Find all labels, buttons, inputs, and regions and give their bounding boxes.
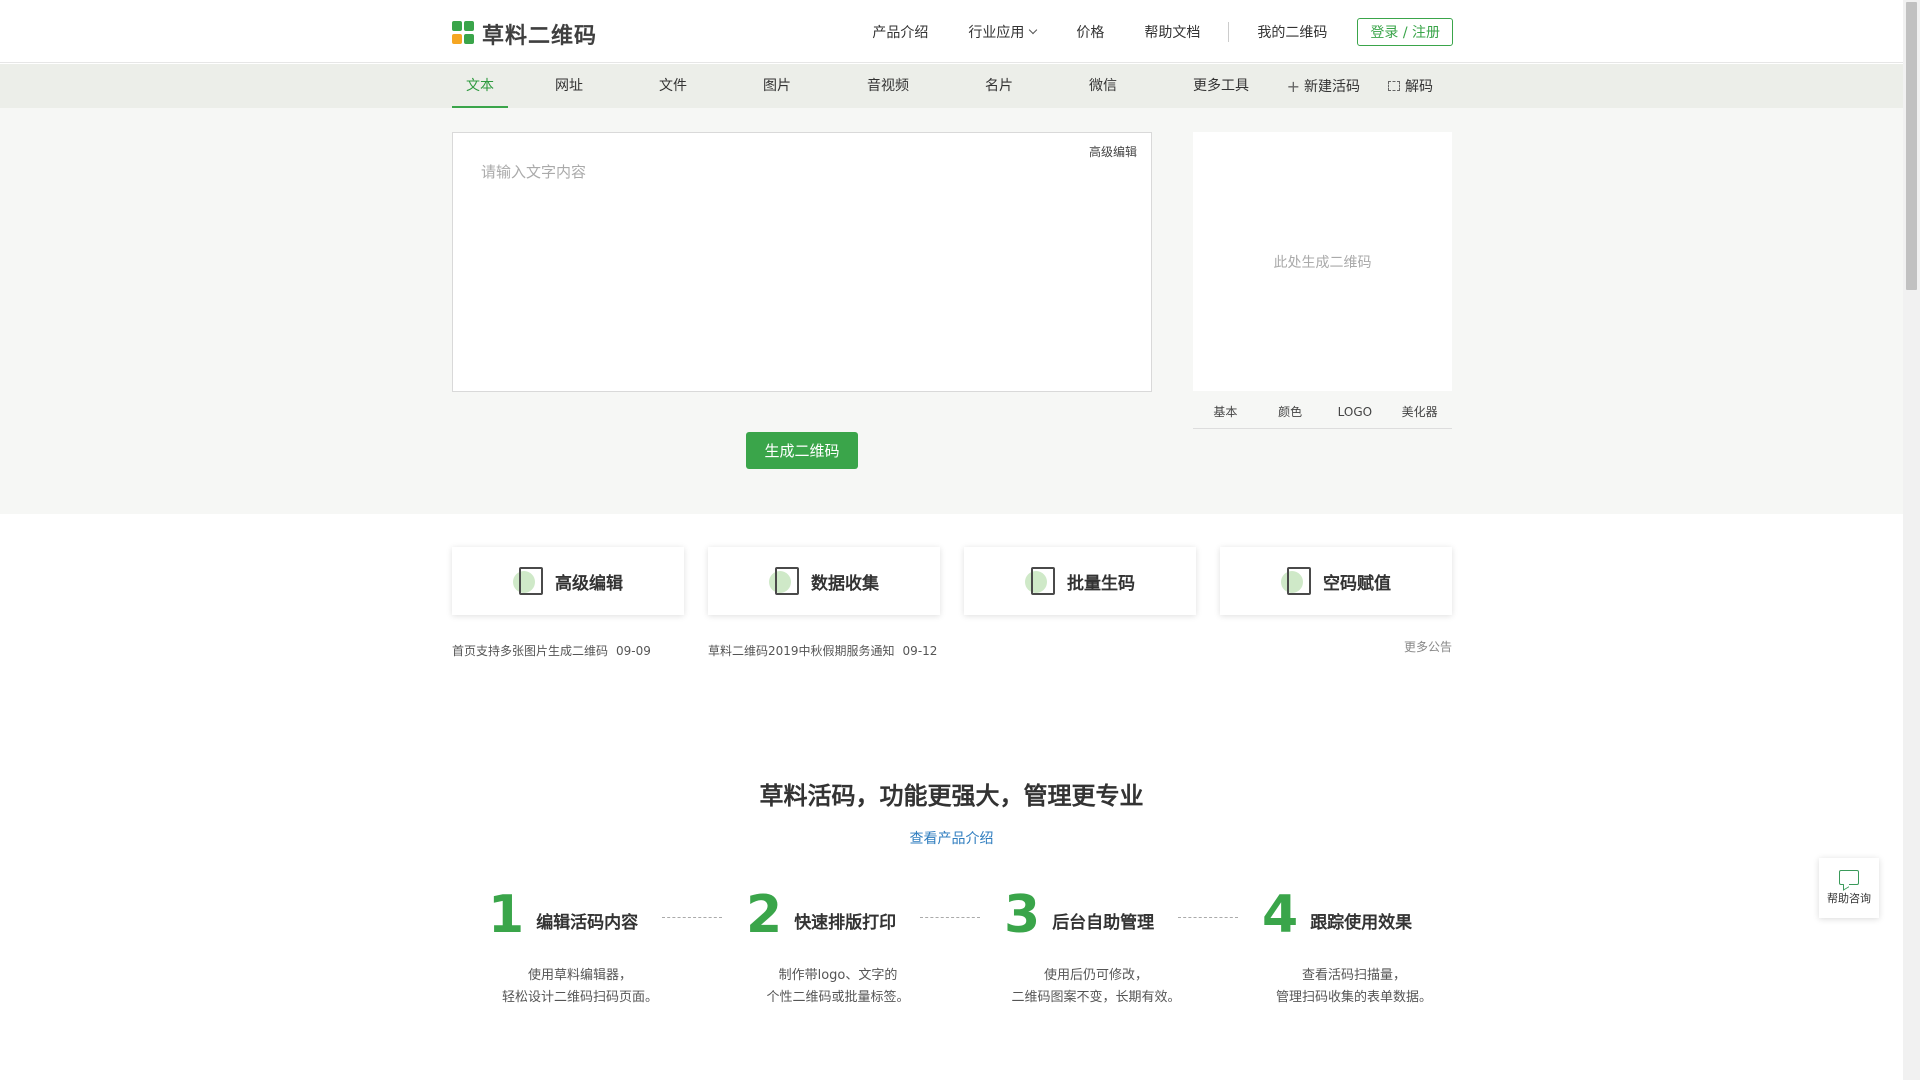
type-tab-bar: 文本 网址 文件 图片 音视频 名片 微信 更多工具 + 新建活码 解码: [0, 64, 1903, 108]
new-dynamic-code-button[interactable]: + 新建活码: [1287, 76, 1360, 96]
text-content-input[interactable]: [453, 133, 1151, 391]
step-desc-line: 二维码图案不变，长期有效。: [1011, 990, 1181, 1005]
image-edit-icon: [513, 565, 545, 597]
step-connector: [1178, 917, 1238, 918]
step-title: 跟踪使用效果: [1310, 913, 1413, 933]
step-desc-line: 使用草料编辑器，: [527, 968, 632, 983]
feature-card-label: 数据收集: [811, 573, 879, 594]
step-item: 1 编辑活码内容: [488, 885, 728, 941]
feature-card-label: 高级编辑: [555, 573, 623, 594]
help-consult-button[interactable]: 帮助咨询: [1819, 858, 1879, 918]
step-number: 4: [1262, 885, 1299, 945]
tab-text[interactable]: 文本: [452, 64, 508, 108]
chat-icon: [1839, 870, 1859, 885]
top-header: 草料二维码 产品介绍 行业应用 价格 帮助文档 我的二维码 登录 / 注册: [0, 0, 1920, 63]
qr-tab-basic[interactable]: 基本: [1193, 395, 1258, 428]
feature-card-data-collection[interactable]: 数据收集: [708, 547, 940, 615]
step-item: 2 快速排版打印: [746, 885, 986, 941]
nav-product-intro[interactable]: 产品介绍: [872, 22, 928, 42]
feature-card-label: 空码赋值: [1323, 573, 1391, 594]
qr-tab-logo[interactable]: LOGO: [1323, 395, 1388, 428]
batch-add-icon: [1025, 565, 1057, 597]
nav-industry[interactable]: 行业应用: [968, 22, 1038, 42]
feature-card-batch-generate[interactable]: 批量生码: [964, 547, 1196, 615]
feature-cards: 高级编辑 数据收集 批量生码 空码赋值: [452, 547, 1452, 615]
step-connector: [662, 917, 722, 918]
promo-title: 草料活码，功能更强大，管理更专业: [759, 782, 1144, 810]
qr-tab-color[interactable]: 颜色: [1258, 395, 1323, 428]
step-item: 4 跟踪使用效果: [1262, 885, 1502, 941]
phone-assign-icon: [1281, 565, 1313, 597]
logo-text: 草料二维码: [482, 24, 598, 49]
step-desc: 查看活码扫描量， 管理扫码收集的表单数据。: [1224, 965, 1484, 1009]
decode-label: 解码: [1405, 79, 1433, 95]
nav-pricing[interactable]: 价格: [1076, 22, 1104, 42]
nav-divider: [1228, 21, 1230, 42]
step-title: 编辑活码内容: [536, 913, 639, 933]
step-number: 1: [488, 885, 525, 945]
nav-industry-label: 行业应用: [968, 24, 1025, 41]
type-tabs: 文本 网址 文件 图片 音视频 名片 微信 更多工具: [452, 64, 1311, 108]
generator-panel: 文本 网址 文件 图片 音视频 名片 微信 更多工具 + 新建活码 解码 高级编…: [0, 64, 1903, 514]
step-desc: 使用后仍可修改， 二维码图案不变，长期有效。: [966, 965, 1226, 1009]
step-desc: 制作带logo、文字的 个性二维码或批量标签。: [708, 965, 968, 1009]
help-consult-label: 帮助咨询: [1827, 892, 1871, 905]
notice-text: 草料二维码2019中秋假期服务通知: [708, 644, 895, 658]
page-scrollbar[interactable]: [1903, 0, 1920, 1080]
product-intro-link[interactable]: 查看产品介绍: [0, 828, 1903, 848]
qr-style-tabs: 基本 颜色 LOGO 美化器: [1193, 395, 1452, 429]
step-desc-line: 管理扫码收集的表单数据。: [1275, 990, 1432, 1005]
tab-file[interactable]: 文件: [645, 64, 701, 108]
step-desc-line: 轻松设计二维码扫码页面。: [501, 990, 658, 1005]
step-item: 3 后台自助管理: [1004, 885, 1244, 941]
step-number: 2: [746, 885, 783, 945]
step-connector: [920, 917, 980, 918]
step-desc-line: 查看活码扫描量，: [1301, 968, 1406, 983]
notice-date: 09-12: [902, 644, 938, 658]
qr-preview: 此处生成二维码: [1193, 132, 1452, 391]
step-desc-line: 使用后仍可修改，: [1043, 968, 1148, 983]
step-desc-line: 制作带logo、文字的: [778, 968, 898, 983]
qr-preview-placeholder: 此处生成二维码: [1273, 254, 1372, 271]
step-title: 后台自助管理: [1052, 913, 1155, 933]
step-desc-line: 个性二维码或批量标签。: [766, 990, 910, 1005]
decode-button[interactable]: 解码: [1388, 76, 1433, 96]
nav-my-codes[interactable]: 我的二维码: [1257, 22, 1327, 42]
nav-help-docs[interactable]: 帮助文档: [1144, 22, 1200, 42]
form-edit-icon: [769, 565, 801, 597]
generate-qr-button[interactable]: 生成二维码: [746, 432, 858, 469]
notice-item[interactable]: 草料二维码2019中秋假期服务通知 09-12: [708, 642, 937, 659]
feature-card-empty-code-assign[interactable]: 空码赋值: [1220, 547, 1452, 615]
step-title: 快速排版打印: [794, 913, 897, 933]
tab-wechat[interactable]: 微信: [1075, 64, 1131, 108]
tab-image[interactable]: 图片: [749, 64, 805, 108]
tab-business-card[interactable]: 名片: [971, 64, 1027, 108]
tab-actions: + 新建活码 解码: [1259, 64, 1433, 108]
more-notices-link[interactable]: 更多公告: [1404, 638, 1452, 655]
step-desc: 使用草料编辑器， 轻松设计二维码扫码页面。: [450, 965, 710, 1009]
new-dynamic-code-label: 新建活码: [1304, 79, 1360, 95]
tab-more-tools[interactable]: 更多工具: [1179, 64, 1263, 108]
plus-icon: +: [1286, 76, 1300, 96]
top-nav: 产品介绍 行业应用 价格 帮助文档 我的二维码 登录 / 注册: [872, 0, 1453, 63]
notice-date: 09-09: [616, 644, 651, 658]
feature-card-label: 批量生码: [1067, 573, 1135, 594]
advanced-edit-link[interactable]: 高级编辑: [1089, 143, 1137, 160]
tab-audio-video[interactable]: 音视频: [853, 64, 923, 108]
step-number: 3: [1004, 885, 1041, 945]
tab-url[interactable]: 网址: [541, 64, 597, 108]
notice-text: 首页支持多张图片生成二维码: [452, 644, 609, 658]
feature-card-advanced-edit[interactable]: 高级编辑: [452, 547, 684, 615]
notice-item[interactable]: 首页支持多张图片生成二维码 09-09: [452, 642, 651, 659]
chevron-down-icon: [1029, 25, 1038, 34]
logo[interactable]: 草料二维码: [452, 18, 597, 50]
logo-mark-icon: [452, 21, 476, 47]
qr-tab-beautifier[interactable]: 美化器: [1387, 395, 1452, 428]
scan-icon: [1388, 81, 1400, 91]
scrollbar-thumb[interactable]: [1906, 2, 1917, 290]
text-editor: 高级编辑: [452, 132, 1152, 392]
login-register-button[interactable]: 登录 / 注册: [1357, 17, 1453, 46]
